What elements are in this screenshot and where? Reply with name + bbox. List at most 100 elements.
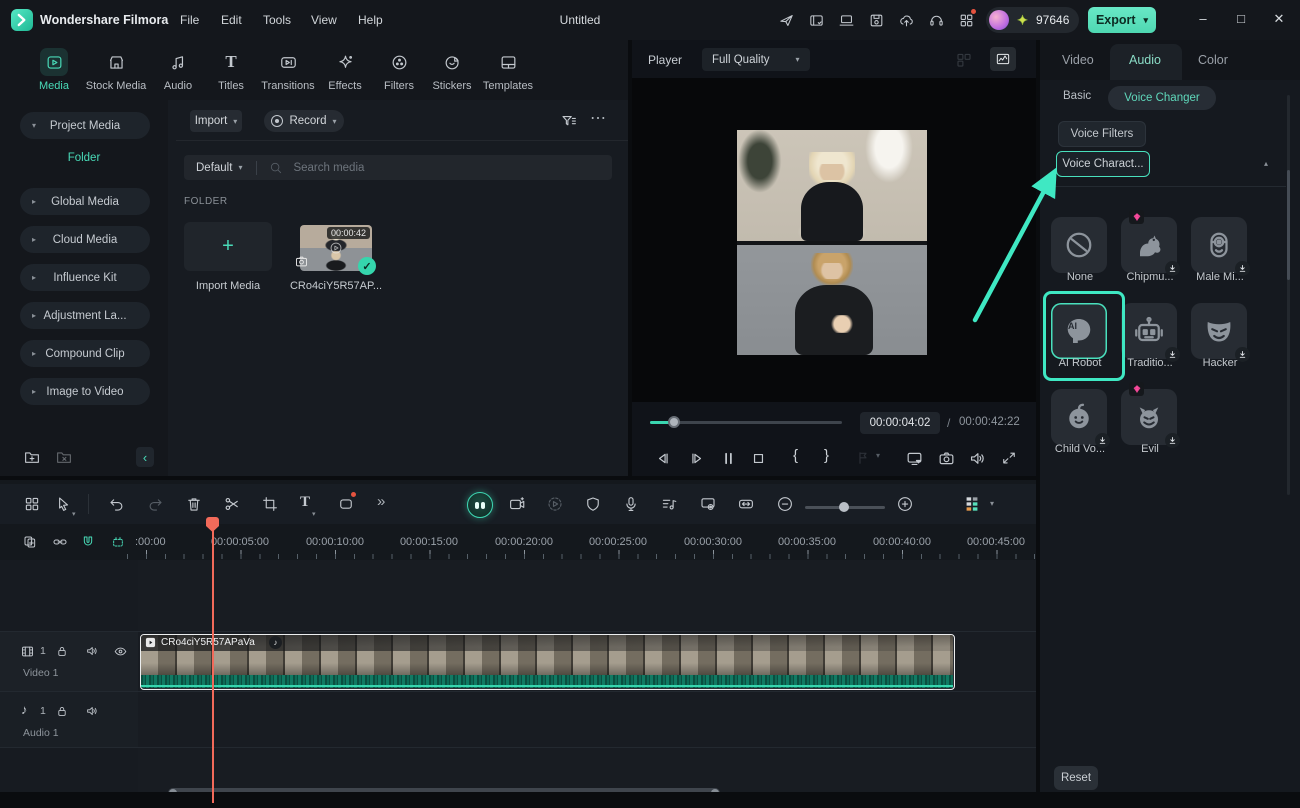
nav-media[interactable]: Media (19, 48, 89, 92)
ai-camera-icon[interactable] (508, 495, 526, 513)
voice-item-ai-robot[interactable]: AI (1051, 303, 1107, 359)
preview-render-icon[interactable] (546, 495, 564, 513)
timeline-clip[interactable]: CRo4ciY5R57APaVa ♪ (140, 634, 955, 690)
tab-video[interactable]: Video (1062, 53, 1094, 67)
sidebar-item-compound-clip[interactable]: ▸ Compound Clip (20, 340, 150, 367)
previous-frame-button[interactable] (654, 449, 673, 468)
nav-stock-media[interactable]: Stock Media (81, 48, 151, 92)
share-icon[interactable] (778, 12, 795, 29)
snapshot-button[interactable] (937, 449, 956, 468)
ai-assistant-icon[interactable] (467, 492, 493, 518)
fullscreen-button[interactable] (1000, 449, 1018, 467)
keyframe-snap-icon[interactable] (110, 534, 126, 550)
sidebar-item-adjustment-layer[interactable]: ▸ Adjustment La... (20, 302, 150, 329)
sidebar-item-folder[interactable]: Folder (0, 152, 168, 176)
project-settings-icon[interactable] (808, 12, 825, 29)
more-options-icon[interactable]: ⋯ (590, 108, 607, 128)
zoom-slider-handle[interactable] (839, 502, 849, 512)
auto-ripple-icon[interactable] (737, 495, 755, 513)
cloud-upload-icon[interactable] (898, 12, 915, 29)
voice-item-child-voice[interactable] (1051, 389, 1107, 445)
lock-icon[interactable] (55, 704, 69, 718)
timeline-ruler[interactable]: :00:00 00:00:05:00 00:00:10:00 00:00:15:… (0, 528, 1036, 560)
playhead-line[interactable] (212, 519, 214, 803)
select-tool-icon[interactable] (54, 495, 72, 513)
menu-view[interactable]: View (303, 9, 345, 31)
audio-mixer-icon[interactable] (660, 495, 678, 513)
redo-icon[interactable] (146, 495, 164, 513)
import-media-card[interactable]: + (184, 222, 272, 271)
multiview-icon[interactable] (955, 51, 973, 69)
pause-button[interactable] (719, 449, 738, 468)
play-next-frame-button[interactable] (687, 449, 706, 468)
marker-caret-icon[interactable]: ▾ (876, 451, 880, 460)
volume-button[interactable] (968, 449, 987, 468)
sidebar-item-global-media[interactable]: ▸ Global Media (20, 188, 150, 215)
reset-button[interactable]: Reset (1054, 766, 1098, 790)
menu-edit[interactable]: Edit (213, 9, 250, 31)
stop-button[interactable] (749, 449, 768, 468)
scopes-icon[interactable] (990, 47, 1016, 71)
link-clips-icon[interactable] (52, 534, 68, 550)
save-icon[interactable] (868, 12, 885, 29)
window-close-button[interactable]: ✕ (1264, 11, 1294, 27)
sort-dropdown[interactable]: Default (196, 162, 232, 174)
media-clip-thumbnail[interactable]: 00:00:42 ✓ (300, 225, 372, 271)
media-browser-icon[interactable] (23, 495, 41, 513)
seek-bar[interactable] (650, 421, 842, 424)
zoom-slider[interactable] (805, 506, 885, 509)
split-scissors-icon[interactable] (223, 495, 241, 513)
delete-icon[interactable] (185, 495, 203, 513)
marker-shield-icon[interactable] (584, 495, 602, 513)
support-headset-icon[interactable] (928, 12, 945, 29)
text-tool-icon[interactable]: T (300, 494, 310, 511)
avatar[interactable] (989, 10, 1009, 30)
mute-icon[interactable] (85, 704, 99, 718)
select-tool-caret[interactable]: ▾ (72, 510, 76, 518)
voice-item-chipmunk[interactable] (1121, 217, 1177, 273)
apps-grid-icon[interactable] (958, 12, 975, 29)
account-pill[interactable]: 97646 (986, 7, 1079, 33)
mark-in-button[interactable]: { (793, 447, 798, 464)
preview-stage[interactable] (632, 78, 1036, 402)
window-minimize-button[interactable]: – (1188, 11, 1218, 26)
paste-attributes-icon[interactable] (22, 534, 38, 550)
voice-character-button[interactable]: Voice Charact... (1056, 151, 1150, 177)
lock-icon[interactable] (55, 644, 69, 658)
sidebar-item-cloud-media[interactable]: ▸ Cloud Media (20, 226, 150, 253)
voice-filters-button[interactable]: Voice Filters (1058, 121, 1146, 147)
filter-sort-icon[interactable] (560, 112, 578, 130)
menu-tools[interactable]: Tools (255, 9, 299, 31)
nav-templates[interactable]: Templates (473, 48, 543, 92)
record-voiceover-icon[interactable] (622, 495, 640, 513)
delete-folder-icon[interactable] (55, 448, 73, 466)
panel-scrollbar[interactable] (1287, 95, 1290, 495)
sidebar-item-influence-kit[interactable]: ▸ Influence Kit (20, 264, 150, 291)
voice-item-traditional-robot[interactable] (1121, 303, 1177, 359)
export-button[interactable]: Export ▾ (1088, 7, 1156, 33)
more-tools-icon[interactable]: » (377, 493, 385, 510)
search-input[interactable] (291, 161, 545, 175)
text-tool-caret[interactable]: ▾ (312, 510, 316, 518)
tab-audio[interactable]: Audio (1129, 53, 1161, 67)
menu-help[interactable]: Help (350, 9, 391, 31)
sidebar-item-image-to-video[interactable]: ▸ Image to Video (20, 378, 150, 405)
track-manager-icon[interactable] (962, 494, 982, 517)
quality-dropdown[interactable]: Full Quality ▾ (702, 48, 810, 71)
mark-out-button[interactable]: } (824, 447, 829, 464)
panel-scrollbar-thumb[interactable] (1287, 170, 1290, 280)
mirror-display-button[interactable] (905, 449, 924, 468)
undo-icon[interactable] (108, 495, 126, 513)
subtab-basic[interactable]: Basic (1063, 90, 1091, 102)
seek-handle[interactable] (668, 416, 680, 428)
window-maximize-button[interactable]: □ (1226, 11, 1256, 26)
menu-file[interactable]: File (172, 9, 207, 31)
import-button[interactable]: Import ▾ (190, 110, 242, 132)
hide-track-eye-icon[interactable] (113, 644, 128, 659)
subtab-voice-changer[interactable]: Voice Changer (1108, 86, 1216, 110)
screen-record-icon[interactable] (699, 495, 717, 513)
sidebar-item-project-media[interactable]: ▾ Project Media (20, 112, 150, 139)
collapse-sidebar-button[interactable]: ‹ (136, 447, 154, 467)
scroll-up-icon[interactable]: ▴ (1264, 159, 1268, 168)
tab-color[interactable]: Color (1198, 53, 1228, 67)
